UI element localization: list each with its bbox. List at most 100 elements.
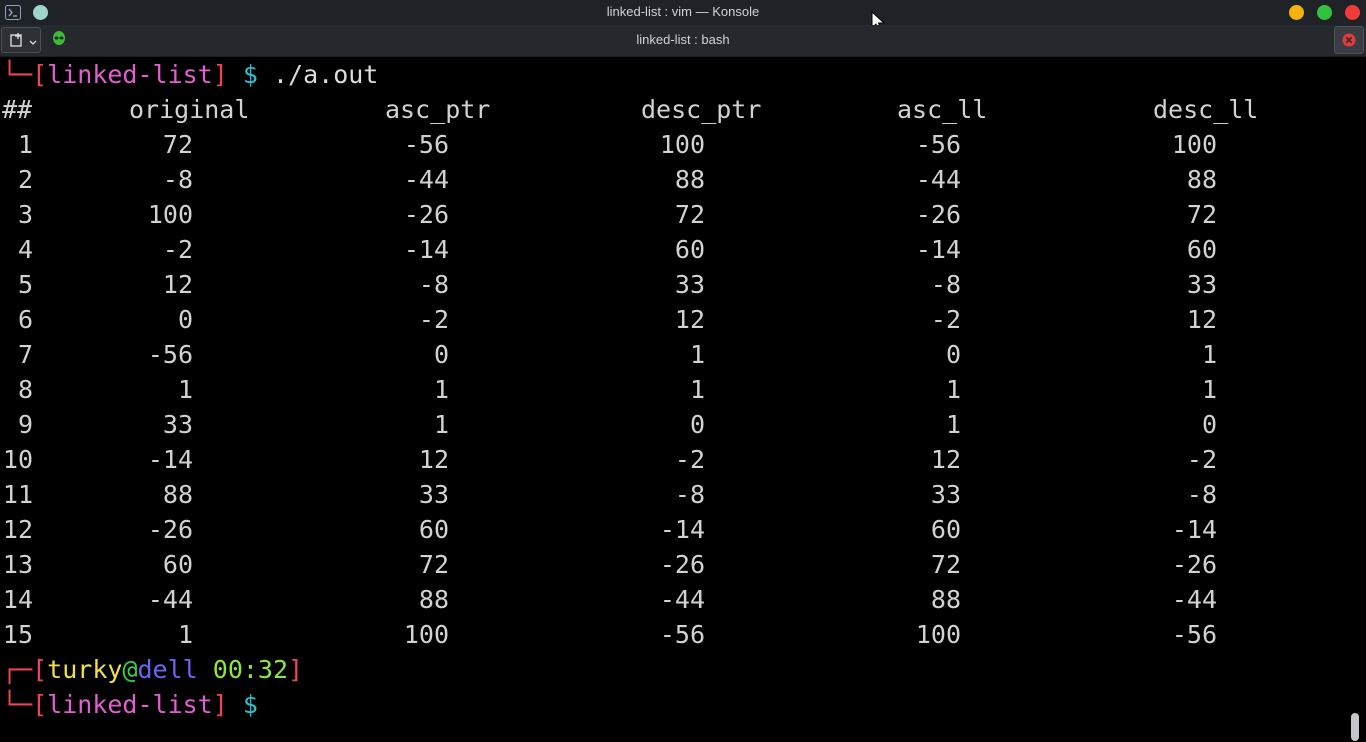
prompt-user: turky [47, 655, 123, 684]
cell-index: 13 [2, 550, 33, 579]
prompt-directory: linked-list [47, 690, 213, 719]
cell-asc-ptr: -44 [403, 165, 449, 194]
cell-desc-ptr: 1 [689, 375, 705, 404]
cell-index: 10 [2, 445, 33, 474]
table-row: 2 -8 -44 88 -44 88 [0, 162, 1344, 197]
prompt-bracket-close: ] [212, 690, 228, 719]
cell-index: 14 [2, 585, 33, 614]
cell-index: 6 [17, 305, 33, 334]
minimize-button[interactable] [1289, 5, 1304, 20]
cell-desc-ptr: 72 [674, 200, 705, 229]
cell-original: 60 [162, 550, 193, 579]
cell-asc-ll: 0 [945, 340, 961, 369]
cell-asc-ll: -14 [915, 235, 961, 264]
prompt-time: 00:32 [212, 655, 289, 684]
table-header-row: ## original asc_ptr desc_ptr asc_ll desc… [0, 92, 1344, 127]
cell-desc-ptr: -26 [659, 550, 705, 579]
current-prompt-line[interactable]: └─[linked-list] $ [2, 687, 258, 722]
cell-original: 100 [147, 200, 193, 229]
prompt-bracket-close: ] [212, 60, 228, 89]
cell-desc-ptr: 33 [674, 270, 705, 299]
cell-desc-ptr: 60 [674, 235, 705, 264]
prompt-bracket-close: ] [288, 655, 304, 684]
cell-original: 33 [162, 410, 193, 439]
cell-original: 72 [162, 130, 193, 159]
cell-asc-ptr: -26 [403, 200, 449, 229]
cell-original: 1 [177, 375, 193, 404]
cell-asc-ptr: 88 [418, 585, 449, 614]
table-row: 8 1 1 1 1 1 [0, 372, 1344, 407]
cell-asc-ll: 100 [915, 620, 961, 649]
table-row: 3 100 -26 72 -26 72 [0, 197, 1344, 232]
cell-index: 5 [17, 270, 33, 299]
cell-original: 12 [162, 270, 193, 299]
cell-desc-ll: 88 [1186, 165, 1217, 194]
cell-index: 3 [17, 200, 33, 229]
cell-desc-ll: 33 [1186, 270, 1217, 299]
prompt-at: @ [122, 655, 138, 684]
table-row: 5 12 -8 33 -8 33 [0, 267, 1344, 302]
prompt-dollar: $ [242, 60, 258, 89]
cell-asc-ll: -56 [915, 130, 961, 159]
cell-desc-ll: 12 [1186, 305, 1217, 334]
table-row: 9 33 1 0 1 0 [0, 407, 1344, 442]
cell-desc-ptr: -2 [674, 445, 705, 474]
cell-original: 1 [177, 620, 193, 649]
prompt-host: dell [137, 655, 198, 684]
cell-desc-ll: -56 [1171, 620, 1217, 649]
header-desc-ptr: desc_ptr [641, 95, 762, 124]
cell-index: 2 [17, 165, 33, 194]
cell-desc-ptr: -56 [659, 620, 705, 649]
tab-bar: linked-list : bash [0, 25, 1366, 57]
table-row: 4 -2 -14 60 -14 60 [0, 232, 1344, 267]
cell-original: -44 [147, 585, 193, 614]
prompt-dollar: $ [242, 690, 258, 719]
cell-original: -56 [147, 340, 193, 369]
cell-desc-ll: -2 [1186, 445, 1217, 474]
header-asc-ll: asc_ll [897, 95, 988, 124]
table-row: 10 -14 12 -2 12 -2 [0, 442, 1344, 477]
terminal-scrollbar[interactable] [1344, 57, 1366, 742]
cell-desc-ptr: -44 [659, 585, 705, 614]
table-row: 11 88 33 -8 33 -8 [0, 477, 1344, 512]
cell-desc-ll: 60 [1186, 235, 1217, 264]
close-window-button[interactable] [1345, 5, 1360, 20]
cell-index: 7 [17, 340, 33, 369]
cell-asc-ptr: 100 [403, 620, 449, 649]
prompt-corner-top: ┌─ [2, 655, 33, 684]
cell-desc-ll: 1 [1201, 340, 1217, 369]
table-row: 15 1 100 -56 100 -56 [0, 617, 1344, 652]
cell-index: 11 [2, 480, 33, 509]
table-row: 12 -26 60 -14 60 -14 [0, 512, 1344, 547]
cell-asc-ptr: 33 [418, 480, 449, 509]
prompt-corner: └─ [2, 60, 33, 89]
cell-asc-ptr: 72 [418, 550, 449, 579]
terminal-area[interactable]: └─[linked-list] $ ./a.out ## original as… [0, 57, 1344, 742]
table-row: 6 0 -2 12 -2 12 [0, 302, 1344, 337]
cell-desc-ll: 1 [1201, 375, 1217, 404]
window-title: linked-list : vim — Konsole [606, 4, 760, 19]
cell-asc-ll: 12 [930, 445, 961, 474]
maximize-button[interactable] [1317, 5, 1332, 20]
cell-desc-ll: -26 [1171, 550, 1217, 579]
cell-desc-ptr: 100 [659, 130, 705, 159]
cell-desc-ptr: -14 [659, 515, 705, 544]
window-title-bar[interactable]: linked-list : vim — Konsole [0, 0, 1366, 32]
cell-desc-ptr: -8 [674, 480, 705, 509]
tab-title[interactable]: linked-list : bash [0, 25, 1366, 56]
cell-index: 9 [17, 410, 33, 439]
cell-asc-ll: 60 [930, 515, 961, 544]
cell-desc-ptr: 12 [674, 305, 705, 334]
prompt-bracket-open: [ [32, 60, 48, 89]
header-desc-ll: desc_ll [1153, 95, 1259, 124]
cell-asc-ptr: 1 [433, 410, 449, 439]
close-icon [1342, 33, 1356, 47]
cell-asc-ll: 1 [945, 375, 961, 404]
cell-asc-ptr: 1 [433, 375, 449, 404]
cell-asc-ll: -26 [915, 200, 961, 229]
cell-asc-ll: -8 [930, 270, 961, 299]
cell-asc-ll: -44 [915, 165, 961, 194]
previous-prompt-line: └─[linked-list] $ ./a.out [2, 57, 378, 92]
close-tab-button[interactable] [1334, 26, 1364, 54]
scrollbar-thumb[interactable] [1351, 713, 1359, 741]
